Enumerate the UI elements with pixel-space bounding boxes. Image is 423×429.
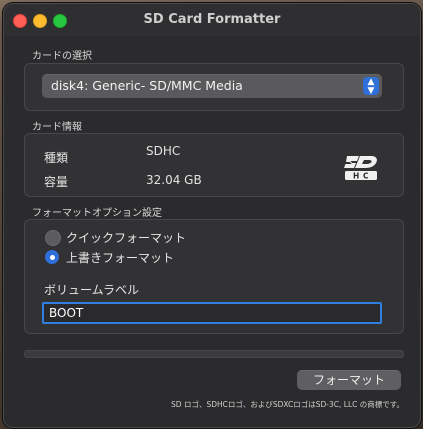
volume-label-input[interactable]: [44, 304, 380, 322]
overwrite-format-radio[interactable]: [45, 250, 59, 264]
svg-text:C: C: [363, 172, 369, 181]
window-title: SD Card Formatter: [143, 12, 281, 27]
title-bar: SD Card Formatter: [4, 4, 420, 36]
card-capacity-label: 容量: [44, 175, 69, 189]
format-progress-bar: [24, 350, 404, 358]
card-capacity-value: 32.04 GB: [146, 173, 202, 187]
card-selection-label: カードの選択: [32, 51, 92, 62]
quick-format-label[interactable]: クイックフォーマット: [66, 229, 186, 246]
trademark-footnote: SD ロゴ、SDHCロゴ、およびSDXCロゴはSD-3C, LLC の商標です。: [171, 400, 404, 409]
sdhc-logo-icon: H C: [344, 156, 377, 181]
format-button[interactable]: フォーマット: [297, 370, 401, 390]
app-window: SD Card Formatter カードの選択 disk4: Generic-…: [3, 3, 421, 428]
card-type-value: SDHC: [146, 144, 181, 158]
volume-label-title: ボリュームラベル: [44, 283, 140, 297]
card-type-label: 種類: [44, 151, 69, 165]
card-info-label: カード情報: [32, 122, 82, 133]
quick-format-radio[interactable]: [45, 230, 61, 246]
card-select-value: disk4: Generic- SD/MMC Media: [51, 78, 243, 93]
volume-label-field-frame: [42, 302, 382, 324]
overwrite-format-label[interactable]: 上書きフォーマット: [66, 249, 174, 266]
card-select-dropdown[interactable]: disk4: Generic- SD/MMC Media ▲ ▼: [42, 74, 382, 98]
chevron-up-down-icon: ▲ ▼: [363, 77, 379, 96]
svg-text:H: H: [353, 172, 359, 181]
format-options-label: フォーマットオプション設定: [32, 208, 162, 219]
